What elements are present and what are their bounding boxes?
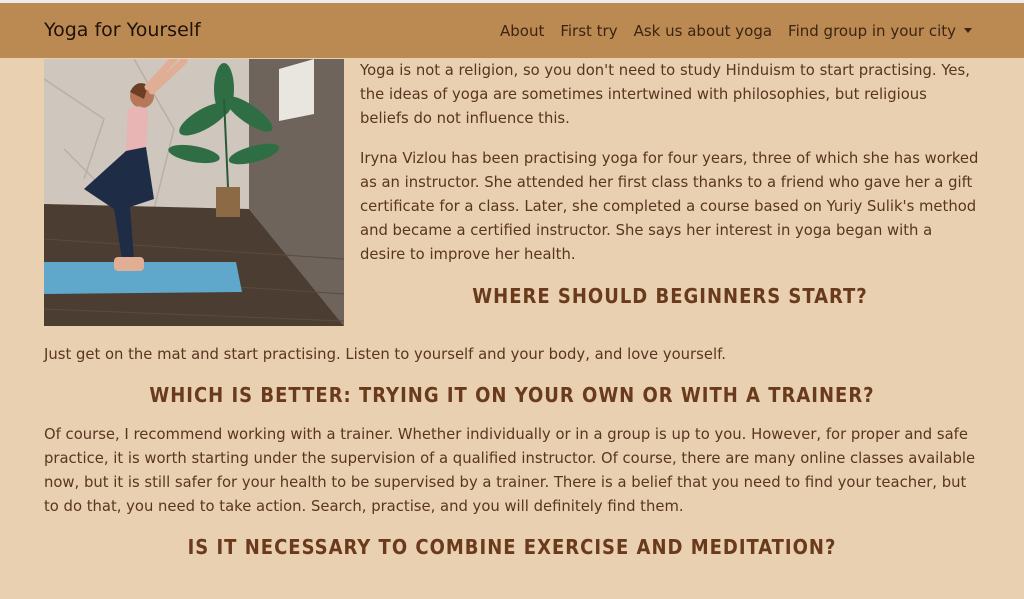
nav-link-ask-us[interactable]: Ask us about yoga <box>634 22 772 40</box>
nav-link-first-try[interactable]: First try <box>560 22 617 40</box>
nav-dropdown-find-group[interactable]: Find group in your city <box>788 22 972 40</box>
heading-trainer: Which is better: trying it on your own o… <box>149 383 875 407</box>
yoga-photo-illustration <box>44 59 344 326</box>
paragraph-start: Just get on the mat and start practising… <box>44 346 726 363</box>
caret-down-icon <box>964 28 972 33</box>
navbar: Yoga for Yourself About First try Ask us… <box>0 3 1024 58</box>
yoga-photo <box>44 59 344 326</box>
brand-link[interactable]: Yoga for Yourself <box>44 19 201 41</box>
nav-links: About First try Ask us about yoga Find g… <box>500 22 972 40</box>
nav-link-about[interactable]: About <box>500 22 544 40</box>
heading-meditation: Is it necessary to combine exercise and … <box>187 535 837 559</box>
paragraph-trainer: Of course, I recommend working with a tr… <box>44 426 976 515</box>
article: Yoga is not a religion, so you don't nee… <box>44 59 980 575</box>
nav-dropdown-label: Find group in your city <box>788 22 956 40</box>
